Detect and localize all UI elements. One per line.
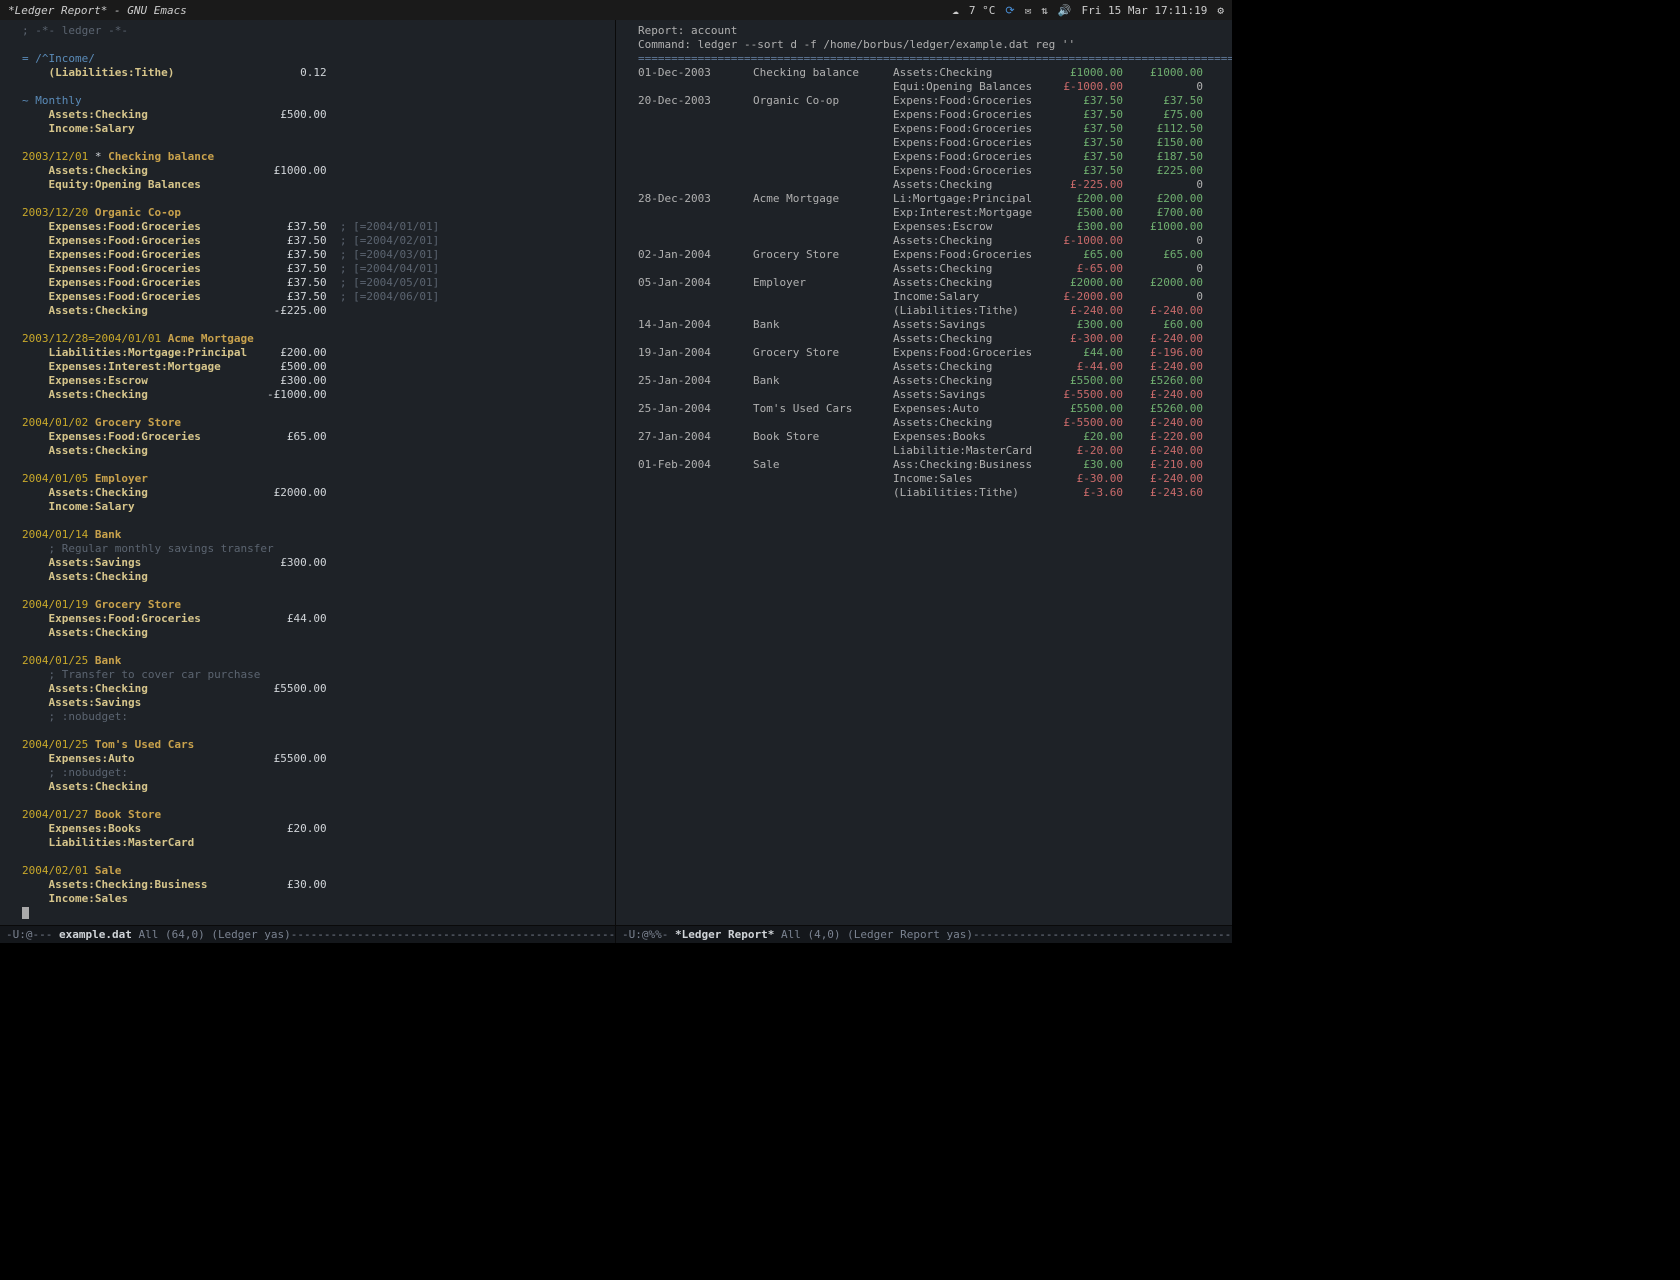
modeline-status: -U:@%%- [622, 928, 675, 941]
buffer-name: example.dat [59, 928, 132, 941]
buffer-name: *Ledger Report* [675, 928, 774, 941]
modeline-status: -U:@--- [6, 928, 59, 941]
left-modeline: -U:@--- example.dat All (64,0) (Ledger y… [0, 925, 615, 943]
report-row: Expens:Food:Groceries£37.50£187.50 [638, 150, 1224, 164]
right-pane: Report: account Command: ledger --sort d… [616, 20, 1232, 943]
report-row: Assets:Checking£-5500.00£-240.00 [638, 416, 1224, 430]
right-modeline: -U:@%%- *Ledger Report* All (4,0) (Ledge… [616, 925, 1232, 943]
ledger-source-buffer[interactable]: ; -*- ledger -*- = /^Income/ (Liabilitie… [0, 20, 615, 925]
report-row: 19-Jan-2004Grocery StoreExpens:Food:Groc… [638, 346, 1224, 360]
text-cursor [22, 907, 29, 919]
report-row: 25-Jan-2004BankAssets:Checking£5500.00£5… [638, 374, 1224, 388]
modeline-pos: All (4,0) (Ledger Report yas) [781, 928, 973, 941]
ledger-report-buffer[interactable]: Report: account Command: ledger --sort d… [616, 20, 1232, 925]
report-row: Equi:Opening Balances£-1000.000 [638, 80, 1224, 94]
report-row: Assets:Checking£-1000.000 [638, 234, 1224, 248]
report-row: (Liabilities:Tithe)£-3.60£-243.60 [638, 486, 1224, 500]
report-row: 01-Feb-2004SaleAss:Checking:Business£30.… [638, 458, 1224, 472]
settings-icon[interactable]: ⚙ [1217, 4, 1224, 17]
left-pane: ; -*- ledger -*- = /^Income/ (Liabilitie… [0, 20, 616, 943]
report-row: Income:Sales£-30.00£-240.00 [638, 472, 1224, 486]
report-row: Assets:Checking£-65.000 [638, 262, 1224, 276]
refresh-icon[interactable]: ⟳ [1005, 4, 1014, 17]
report-row: Assets:Checking£-44.00£-240.00 [638, 360, 1224, 374]
report-row: 14-Jan-2004BankAssets:Savings£300.00£60.… [638, 318, 1224, 332]
clock-text: Fri 15 Mar 17:11:19 [1082, 4, 1208, 17]
network-icon[interactable]: ⇅ [1041, 4, 1048, 17]
report-row: Expens:Food:Groceries£37.50£75.00 [638, 108, 1224, 122]
report-row: 01-Dec-2003Checking balanceAssets:Checki… [638, 66, 1224, 80]
report-row: 25-Jan-2004Tom's Used CarsExpenses:Auto£… [638, 402, 1224, 416]
report-row: 20-Dec-2003Organic Co-opExpens:Food:Groc… [638, 94, 1224, 108]
report-row: Expenses:Escrow£300.00£1000.00 [638, 220, 1224, 234]
modeline-pos: All (64,0) (Ledger yas) [138, 928, 290, 941]
report-row: Assets:Checking£-225.000 [638, 178, 1224, 192]
report-row: Expens:Food:Groceries£37.50£225.00 [638, 164, 1224, 178]
report-row: Assets:Checking£-300.00£-240.00 [638, 332, 1224, 346]
weather-text: 7 °C [969, 4, 996, 17]
window-title: *Ledger Report* - GNU Emacs [8, 4, 952, 17]
report-row: 02-Jan-2004Grocery StoreExpens:Food:Groc… [638, 248, 1224, 262]
report-row: Liabilitie:MasterCard£-20.00£-240.00 [638, 444, 1224, 458]
titlebar: *Ledger Report* - GNU Emacs ☁ 7 °C ⟳ ✉ ⇅… [0, 0, 1232, 20]
volume-icon[interactable]: 🔊 [1058, 4, 1072, 17]
report-row: Expens:Food:Groceries£37.50£112.50 [638, 122, 1224, 136]
report-row: Assets:Savings£-5500.00£-240.00 [638, 388, 1224, 402]
report-row: 28-Dec-2003Acme MortgageLi:Mortgage:Prin… [638, 192, 1224, 206]
system-tray: ☁ 7 °C ⟳ ✉ ⇅ 🔊 Fri 15 Mar 17:11:19 ⚙ [952, 4, 1224, 17]
mail-icon[interactable]: ✉ [1025, 4, 1032, 17]
weather-icon: ☁ [952, 4, 959, 17]
report-row: Exp:Interest:Mortgage£500.00£700.00 [638, 206, 1224, 220]
report-row: Income:Salary£-2000.000 [638, 290, 1224, 304]
report-row: Expens:Food:Groceries£37.50£150.00 [638, 136, 1224, 150]
workspace: ; -*- ledger -*- = /^Income/ (Liabilitie… [0, 20, 1232, 943]
report-row: (Liabilities:Tithe)£-240.00£-240.00 [638, 304, 1224, 318]
report-row: 05-Jan-2004EmployerAssets:Checking£2000.… [638, 276, 1224, 290]
report-row: 27-Jan-2004Book StoreExpenses:Books£20.0… [638, 430, 1224, 444]
